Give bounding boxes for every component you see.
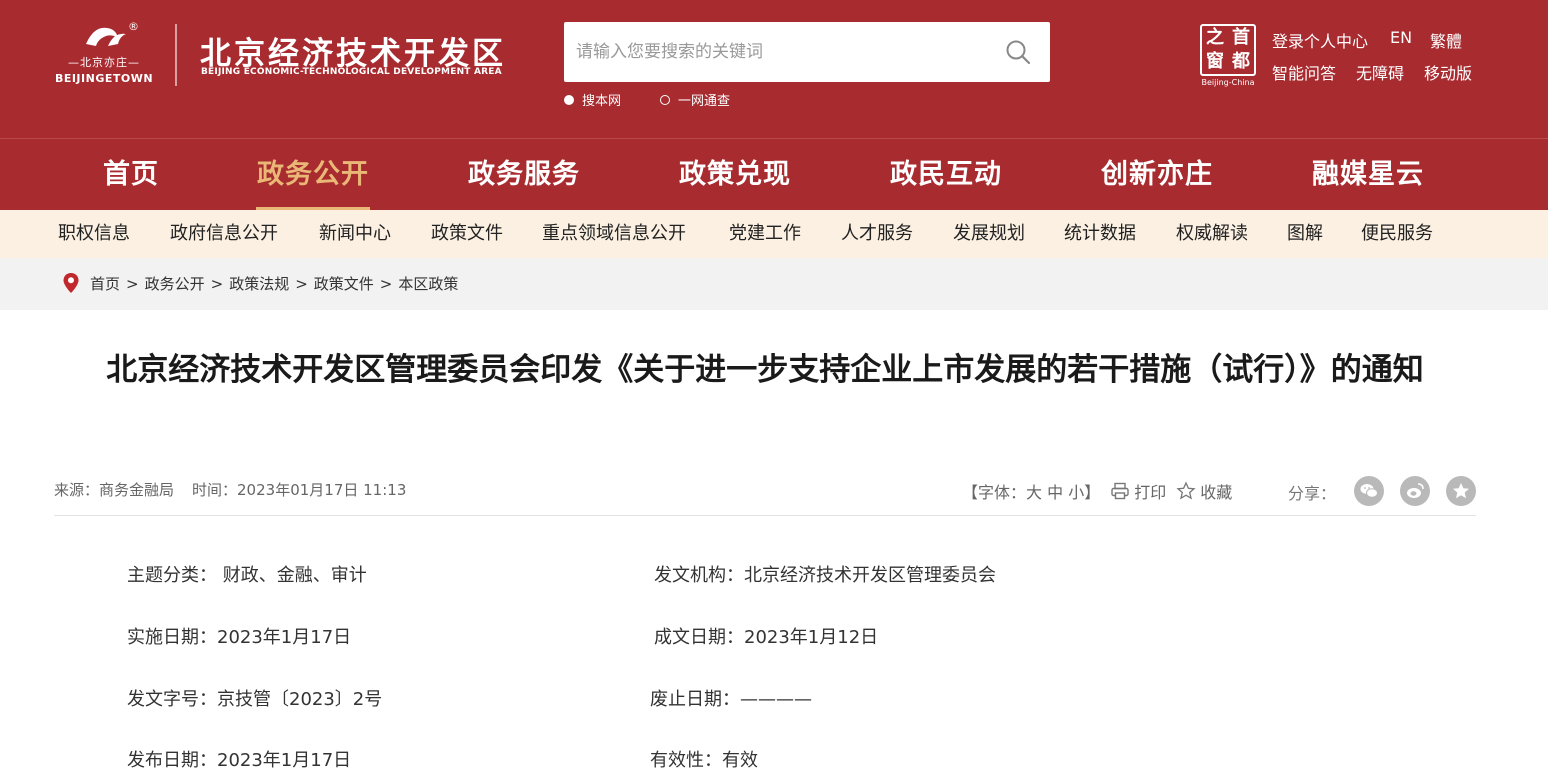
nav-gov-affairs-open[interactable]: 政务公开 bbox=[228, 139, 398, 211]
logo-en-small: BEIJINGETOWN bbox=[54, 72, 154, 85]
mobile-link[interactable]: 移动版 bbox=[1424, 60, 1472, 84]
subnav-item[interactable]: 职权信息 bbox=[58, 210, 130, 258]
weibo-icon[interactable] bbox=[1400, 476, 1430, 506]
subnav-item[interactable]: 人才服务 bbox=[841, 210, 913, 258]
logo-cn-small: —北京亦庄— bbox=[68, 56, 140, 69]
breadcrumb-home[interactable]: 首页 bbox=[90, 275, 120, 293]
nav-home[interactable]: 首页 bbox=[46, 139, 216, 211]
weibo-glyph-icon bbox=[1407, 483, 1424, 498]
article-title: 北京经济技术开发区管理委员会印发《关于进一步支持企业上市发展的若干措施（试行）》… bbox=[106, 352, 1424, 388]
font-size-label: 【字体： bbox=[962, 483, 1027, 502]
favorite-star-icon[interactable] bbox=[1446, 476, 1476, 506]
smart-qa-link[interactable]: 智能问答 bbox=[1272, 60, 1336, 84]
subnav-item[interactable]: 发展规划 bbox=[953, 210, 1025, 258]
capital-char: 之 bbox=[1206, 27, 1224, 48]
print-icon[interactable] bbox=[1110, 481, 1130, 501]
breadcrumb-policy-docs[interactable]: 政策文件 bbox=[314, 275, 374, 293]
search-icon[interactable] bbox=[1004, 38, 1032, 66]
subnav-item[interactable]: 党建工作 bbox=[729, 210, 801, 258]
etown-logo[interactable]: ® —北京亦庄— BEIJINGETOWN bbox=[52, 20, 160, 90]
breadcrumb-policy-law[interactable]: 政策法规 bbox=[229, 275, 289, 293]
info-validity: 有效性：有效 bbox=[650, 750, 758, 771]
logo-divider bbox=[175, 24, 177, 86]
radio-unselected-icon bbox=[660, 94, 670, 105]
search-box bbox=[564, 22, 1050, 82]
article-meta: 来源：商务金融局 时间：2023年01月17日 11:13 bbox=[54, 479, 406, 500]
font-large-button[interactable]: 大 bbox=[1026, 479, 1042, 503]
site-header: ® —北京亦庄— BEIJINGETOWN 北京经济技术开发区 BEIJING … bbox=[0, 0, 1548, 138]
registered-mark: ® bbox=[128, 20, 139, 33]
subnav-item[interactable]: 政策文件 bbox=[431, 210, 503, 258]
site-subtitle: BEIJING ECONOMIC-TECHNOLOGICAL DEVELOPME… bbox=[201, 67, 502, 77]
capital-window-logo[interactable]: 之 首 窗 都 Beijing-China bbox=[1200, 24, 1256, 88]
breadcrumb-separator: > bbox=[126, 275, 139, 293]
login-link[interactable]: 登录个人中心 bbox=[1272, 28, 1368, 52]
scope-all[interactable]: 一网通查 bbox=[660, 90, 730, 109]
subnav-item[interactable]: 重点领域信息公开 bbox=[542, 210, 686, 258]
nav-interaction[interactable]: 政民互动 bbox=[861, 139, 1031, 211]
subnav-item[interactable]: 权威解读 bbox=[1176, 210, 1248, 258]
english-link[interactable]: EN bbox=[1390, 28, 1412, 47]
font-size-end: 】 bbox=[1084, 483, 1101, 502]
capital-window-box: 之 首 窗 都 bbox=[1200, 24, 1256, 76]
font-small-button[interactable]: 小 bbox=[1068, 479, 1084, 503]
article-tools: 【字体： 大 中 小 】 打印 收藏 bbox=[962, 479, 1232, 503]
etown-emblem-icon bbox=[86, 27, 126, 46]
nav-gov-services[interactable]: 政务服务 bbox=[439, 139, 609, 211]
capital-window-en: Beijing-China bbox=[1201, 78, 1255, 87]
scope-all-label: 一网通查 bbox=[678, 94, 731, 109]
subnav-item[interactable]: 统计数据 bbox=[1064, 210, 1136, 258]
traditional-link[interactable]: 繁體 bbox=[1430, 28, 1462, 52]
subnav-item[interactable]: 图解 bbox=[1287, 210, 1323, 258]
capital-char: 都 bbox=[1232, 51, 1250, 72]
wechat-icon[interactable] bbox=[1354, 476, 1384, 506]
wechat-glyph-icon bbox=[1360, 484, 1378, 498]
capital-char: 首 bbox=[1232, 27, 1250, 48]
sub-nav: 职权信息 政府信息公开 新闻中心 政策文件 重点领域信息公开 党建工作 人才服务… bbox=[0, 210, 1548, 258]
nav-media[interactable]: 融媒星云 bbox=[1283, 139, 1453, 211]
main-nav: 首页 政务公开 政务服务 政策兑现 政民互动 创新亦庄 融媒星云 bbox=[0, 138, 1548, 210]
info-doc-number: 发文字号：京技管〔2023〕2号 bbox=[127, 689, 383, 710]
meta-divider bbox=[54, 515, 1476, 516]
location-pin-icon bbox=[63, 273, 79, 293]
breadcrumb-separator: > bbox=[210, 275, 224, 293]
scope-site-label: 搜本网 bbox=[582, 94, 622, 109]
star-outline-icon[interactable] bbox=[1176, 481, 1196, 501]
scope-site[interactable]: 搜本网 bbox=[564, 90, 621, 109]
info-issuer: 发文机构：北京经济技术开发区管理委员会 bbox=[654, 565, 996, 586]
capital-char: 窗 bbox=[1206, 51, 1224, 72]
article-source: 来源：商务金融局 bbox=[54, 481, 175, 499]
subnav-item[interactable]: 便民服务 bbox=[1361, 210, 1433, 258]
font-medium-button[interactable]: 中 bbox=[1047, 479, 1063, 503]
subnav-item[interactable]: 政府信息公开 bbox=[170, 210, 278, 258]
nav-policy-redeem[interactable]: 政策兑现 bbox=[650, 139, 820, 211]
info-repeal-date: 废止日期：———— bbox=[650, 689, 812, 710]
info-effective-date: 实施日期：2023年1月17日 bbox=[127, 627, 352, 648]
print-button[interactable]: 打印 bbox=[1134, 479, 1166, 503]
nav-innovation[interactable]: 创新亦庄 bbox=[1072, 139, 1242, 211]
info-publish-date: 发布日期：2023年1月17日 bbox=[127, 750, 352, 771]
info-written-date: 成文日期：2023年1月12日 bbox=[654, 627, 879, 648]
search-input[interactable] bbox=[564, 22, 984, 82]
article-time: 时间：2023年01月17日 11:13 bbox=[192, 481, 407, 499]
star-glyph-icon bbox=[1453, 483, 1469, 499]
share-label: 分享： bbox=[1288, 484, 1337, 503]
breadcrumb-gov-open[interactable]: 政务公开 bbox=[145, 275, 205, 293]
breadcrumb-bar: 首页 > 政务公开 > 政策法规 > 政策文件 > 本区政策 bbox=[0, 258, 1548, 310]
info-topic: 主题分类： 财政、金融、审计 bbox=[127, 565, 367, 586]
breadcrumb-separator: > bbox=[295, 275, 308, 293]
breadcrumb-separator: > bbox=[379, 275, 393, 293]
subnav-item[interactable]: 新闻中心 bbox=[319, 210, 391, 258]
accessibility-link[interactable]: 无障碍 bbox=[1356, 60, 1404, 84]
breadcrumb-local-policy[interactable]: 本区政策 bbox=[398, 275, 458, 293]
favorite-button[interactable]: 收藏 bbox=[1200, 479, 1232, 503]
radio-selected-icon bbox=[564, 94, 574, 105]
breadcrumb: 首页 > 政务公开 > 政策法规 > 政策文件 > 本区政策 bbox=[90, 258, 458, 310]
